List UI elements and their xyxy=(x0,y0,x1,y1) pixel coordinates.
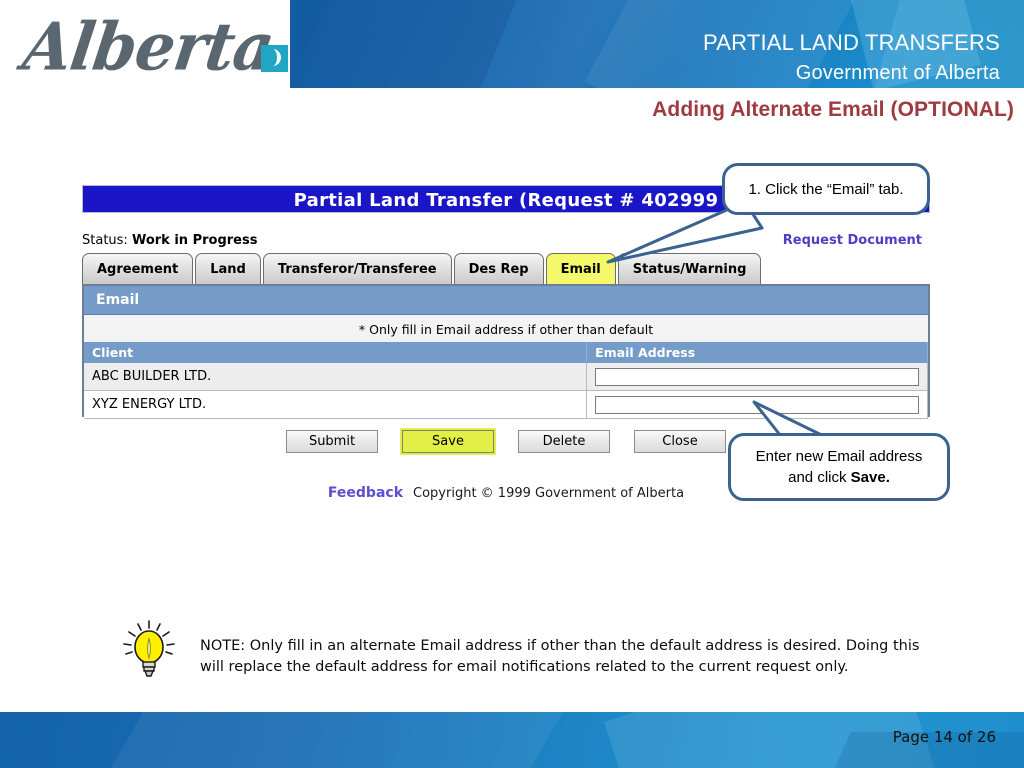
header-banner: PARTIAL LAND TRANSFERS Government of Alb… xyxy=(290,0,1024,88)
header-subtitle: Government of Alberta xyxy=(795,62,1000,84)
cell-client-name: XYZ ENERGY LTD. xyxy=(84,390,588,419)
lightbulb-icon xyxy=(123,620,175,677)
status-value: Work in Progress xyxy=(131,233,258,248)
tab-agreement[interactable]: Agreement xyxy=(82,253,194,285)
callout-two-line2-prefix: and click xyxy=(788,469,851,486)
note-text: NOTE: Only fill in an alternate Email ad… xyxy=(200,638,920,675)
header-title: PARTIAL LAND TRANSFERS xyxy=(703,30,1000,55)
panel-header: Email xyxy=(84,286,928,315)
cell-client-name: ABC BUILDER LTD. xyxy=(84,363,588,391)
column-header-email-address: Email Address xyxy=(586,342,928,363)
panel-header-title: Email xyxy=(96,292,140,308)
column-header-client: Client xyxy=(84,342,588,363)
close-button[interactable]: Close xyxy=(634,430,726,453)
save-button[interactable]: Save xyxy=(402,430,494,453)
page-subtitle: Adding Alternate Email (OPTIONAL) xyxy=(652,98,1014,121)
table-header-row: Client Email Address xyxy=(84,342,928,363)
callout-two-line1: Enter new Email address xyxy=(755,448,923,465)
callout-two: Enter new Email address and click Save. xyxy=(728,433,950,501)
tab-transferor-transferee[interactable]: Transferor/Transferee xyxy=(262,253,452,285)
table-row: ABC BUILDER LTD. xyxy=(84,363,928,391)
callout-one-text: 1. Click the “Email” tab. xyxy=(748,180,904,198)
callout-two-text: Enter new Email address and click Save. xyxy=(756,446,923,488)
tab-land[interactable]: Land xyxy=(195,253,261,285)
page-number: Page 14 of 26 xyxy=(892,728,996,746)
submit-button[interactable]: Submit xyxy=(286,430,378,453)
alberta-wordmark-text: Alberta xyxy=(18,7,279,86)
alberta-flag-square-icon xyxy=(261,45,288,72)
cell-email-input xyxy=(586,363,928,391)
note-block: NOTE: Only fill in an alternate Email ad… xyxy=(118,620,924,684)
header-facet-left xyxy=(290,0,529,88)
copyright-text: Copyright © 1999 Government of Alberta xyxy=(413,486,685,501)
status-line: Status: Work in Progress xyxy=(82,233,257,248)
panel-hint-text: * Only fill in Email address if other th… xyxy=(358,322,654,337)
callout-one: 1. Click the “Email” tab. xyxy=(722,163,930,215)
delete-button[interactable]: Delete xyxy=(518,430,610,453)
footer-facet-left xyxy=(79,712,581,768)
request-document-link[interactable]: Request Document xyxy=(783,233,922,248)
tab-des-rep[interactable]: Des Rep xyxy=(453,253,544,285)
alberta-logo: Alberta xyxy=(18,8,288,88)
feedback-link[interactable]: Feedback xyxy=(328,485,403,501)
footer-band: Page 14 of 26 xyxy=(0,712,1024,768)
callout-two-line2-bold: Save. xyxy=(850,469,890,486)
email-input-row-1[interactable] xyxy=(595,367,919,386)
status-label: Status: xyxy=(82,233,128,248)
